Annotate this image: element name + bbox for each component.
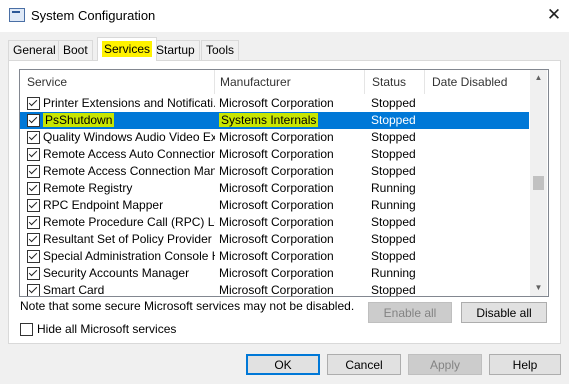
tab-services-label: Services [102, 41, 153, 57]
service-name: Special Administration Console H... [43, 249, 215, 263]
service-checkbox[interactable] [27, 233, 40, 246]
service-name-highlight: PsShutdown [43, 113, 115, 127]
service-status: Running [371, 198, 416, 212]
service-name: Remote Procedure Call (RPC) Lo... [43, 215, 215, 229]
column-header-manufacturer[interactable]: Manufacturer [213, 70, 365, 94]
table-row[interactable]: Remote Procedure Call (RPC) Lo... Micros… [20, 214, 529, 231]
service-manufacturer: Microsoft Corporation [219, 232, 334, 246]
service-manufacturer: Microsoft Corporation [219, 130, 334, 144]
service-status: Running [371, 266, 416, 280]
service-name: Quality Windows Audio Video Ex... [43, 130, 215, 144]
service-status: Stopped [371, 96, 416, 110]
column-header-status[interactable]: Status [365, 70, 425, 94]
tab-boot[interactable]: Boot [58, 40, 93, 60]
table-row[interactable]: Quality Windows Audio Video Ex... Micros… [20, 129, 529, 146]
hide-microsoft-services-label: Hide all Microsoft services [37, 322, 177, 336]
service-name: Remote Access Connection Man... [43, 164, 215, 178]
service-checkbox[interactable] [27, 182, 40, 195]
table-row[interactable]: Special Administration Console H... Micr… [20, 248, 529, 265]
table-row[interactable]: Smart Card Microsoft Corporation Stopped [20, 282, 529, 297]
disable-all-button[interactable]: Disable all [461, 302, 547, 323]
service-checkbox[interactable] [27, 199, 40, 212]
scroll-thumb[interactable] [533, 176, 544, 190]
table-row[interactable]: Remote Access Auto Connection... Microso… [20, 146, 529, 163]
service-manufacturer: Microsoft Corporation [219, 215, 334, 229]
service-manufacturer: Microsoft Corporation [219, 181, 334, 195]
column-header-service[interactable]: Service [20, 70, 215, 94]
service-status: Stopped [371, 232, 416, 246]
service-manufacturer: Microsoft Corporation [219, 164, 334, 178]
apply-button[interactable]: Apply [408, 354, 482, 375]
ok-button[interactable]: OK [246, 354, 320, 375]
service-checkbox[interactable] [27, 267, 40, 280]
service-status: Stopped [371, 283, 416, 297]
service-manufacturer: Microsoft Corporation [219, 96, 334, 110]
vertical-scrollbar[interactable]: ▲ ▼ [530, 70, 547, 296]
service-name: Printer Extensions and Notificati... [43, 96, 215, 110]
service-checkbox[interactable] [27, 114, 40, 127]
table-row[interactable]: Remote Access Connection Man... Microsof… [20, 163, 529, 180]
scroll-down-icon[interactable]: ▼ [530, 280, 547, 296]
hide-microsoft-services-checkbox[interactable] [20, 323, 33, 336]
tab-services[interactable]: Services [97, 37, 158, 61]
window-title: System Configuration [31, 8, 156, 23]
service-manufacturer: Microsoft Corporation [219, 283, 334, 297]
service-name: Remote Registry [43, 181, 133, 195]
service-checkbox[interactable] [27, 148, 40, 161]
tab-startup[interactable]: Startup [151, 40, 200, 60]
table-row[interactable]: Resultant Set of Policy Provider Microso… [20, 231, 529, 248]
service-status: Stopped [371, 130, 416, 144]
service-manufacturer: Microsoft Corporation [219, 249, 334, 263]
service-checkbox[interactable] [27, 97, 40, 110]
secure-services-note: Note that some secure Microsoft services… [20, 299, 355, 313]
column-header-date-disabled[interactable]: Date Disabled [425, 70, 529, 94]
table-row[interactable]: Printer Extensions and Notificati... Mic… [20, 95, 529, 112]
service-checkbox[interactable] [27, 131, 40, 144]
service-manufacturer: Microsoft Corporation [219, 198, 334, 212]
table-row-selected[interactable]: PsShutdown Systems Internals Stopped [20, 112, 529, 129]
service-status: Stopped [371, 215, 416, 229]
service-manufacturer-highlight: Systems Internals [219, 113, 319, 127]
service-status: Stopped [371, 249, 416, 263]
service-status: Stopped [371, 164, 416, 178]
enable-all-button[interactable]: Enable all [368, 302, 452, 323]
service-name: PsShutdown [43, 112, 215, 129]
service-status: Stopped [371, 113, 416, 127]
service-name: Security Accounts Manager [43, 266, 190, 280]
table-row[interactable]: Security Accounts Manager Microsoft Corp… [20, 265, 529, 282]
close-icon[interactable]: ✕ [540, 2, 568, 28]
title-bar: System Configuration ✕ [0, 0, 569, 32]
list-header: Service Manufacturer Status Date Disable… [20, 70, 529, 94]
scroll-up-icon[interactable]: ▲ [530, 70, 547, 86]
service-manufacturer: Microsoft Corporation [219, 266, 334, 280]
service-name: Smart Card [43, 283, 105, 297]
table-row[interactable]: RPC Endpoint Mapper Microsoft Corporatio… [20, 197, 529, 214]
table-row[interactable]: Remote Registry Microsoft Corporation Ru… [20, 180, 529, 197]
tab-general[interactable]: General [8, 40, 61, 60]
system-configuration-icon [9, 8, 25, 22]
service-checkbox[interactable] [27, 165, 40, 178]
service-name: Resultant Set of Policy Provider [43, 232, 212, 246]
service-status: Stopped [371, 147, 416, 161]
help-button[interactable]: Help [489, 354, 561, 375]
service-manufacturer: Systems Internals [219, 112, 369, 129]
service-checkbox[interactable] [27, 284, 40, 296]
service-name: Remote Access Auto Connection... [43, 147, 215, 161]
services-list[interactable]: Service Manufacturer Status Date Disable… [19, 69, 549, 297]
cancel-button[interactable]: Cancel [327, 354, 401, 375]
service-checkbox[interactable] [27, 250, 40, 263]
service-name: RPC Endpoint Mapper [43, 198, 164, 212]
service-status: Running [371, 181, 416, 195]
tab-tools[interactable]: Tools [201, 40, 240, 60]
service-checkbox[interactable] [27, 216, 40, 229]
service-manufacturer: Microsoft Corporation [219, 147, 334, 161]
